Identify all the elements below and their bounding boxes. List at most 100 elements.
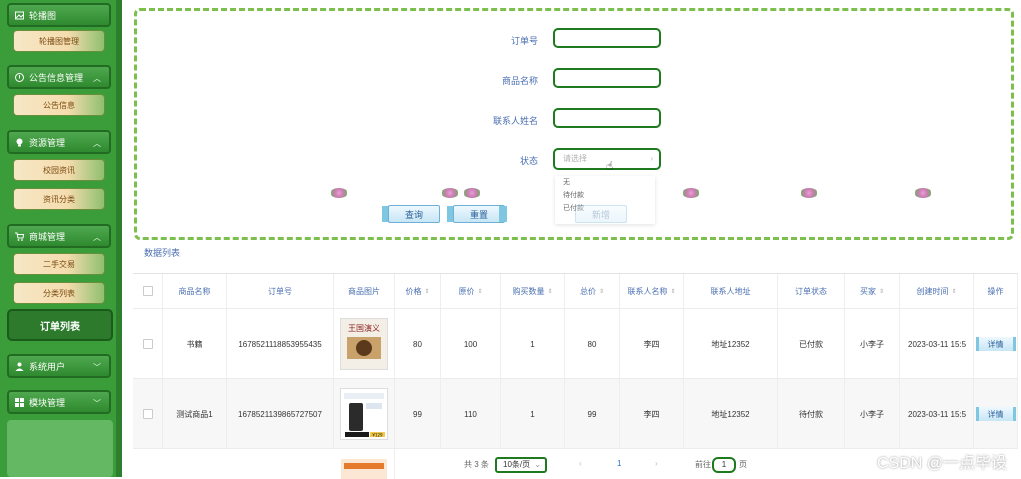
- cell-created-time: 2023-03-11 15:5: [900, 309, 974, 379]
- cell-buyer: 小李子: [845, 309, 900, 379]
- sidebar-subitem-second-hand[interactable]: 二手交易: [13, 253, 105, 275]
- sidebar-edge: [116, 0, 122, 477]
- row-checkbox-cell[interactable]: [133, 309, 163, 379]
- cell-price: 99: [395, 379, 441, 449]
- cell-original-price: 100: [441, 309, 501, 379]
- hand-cursor-icon: ☝: [606, 159, 614, 173]
- sidebar-subitem-label: 订单列表: [40, 321, 80, 333]
- page-size-select[interactable]: 10条/页 ⌄: [495, 457, 547, 473]
- chevron-up-icon: ︿: [93, 74, 101, 83]
- product-image[interactable]: 王国演义: [340, 318, 388, 370]
- checkbox[interactable]: [142, 286, 153, 296]
- next-page-button[interactable]: ›: [655, 459, 658, 468]
- status-placeholder: 请选择: [563, 154, 587, 163]
- sidebar-item-carousel[interactable]: 轮播图: [7, 3, 111, 27]
- sort-icon[interactable]: ⇕: [951, 288, 956, 295]
- sidebar-item-resource-manage[interactable]: 资源管理 ︿: [7, 130, 111, 154]
- flower-decoration: [330, 188, 348, 198]
- checkbox[interactable]: [142, 409, 153, 419]
- sort-icon[interactable]: ⇕: [670, 288, 675, 295]
- flower-decoration: [463, 188, 481, 198]
- table-row: 测试商品1 1678521139865727507 ¥129 99 110 1 …: [133, 378, 1018, 449]
- column-header[interactable]: 购买数量 ⇕: [501, 274, 565, 308]
- status-label: 状态: [519, 156, 538, 166]
- sidebar-item-module-manage[interactable]: 模块管理 ﹀: [7, 390, 111, 414]
- product-image[interactable]: ¥129: [340, 388, 388, 440]
- column-header: 商品名称: [163, 274, 227, 308]
- order-no-input[interactable]: [553, 28, 661, 48]
- cell-actions: 详情: [974, 379, 1018, 449]
- column-header[interactable]: 原价 ⇕: [441, 274, 501, 308]
- sidebar-subitem-category-list[interactable]: 分类列表: [13, 282, 105, 304]
- user-icon: [15, 362, 24, 371]
- sort-icon[interactable]: ⇕: [599, 288, 604, 295]
- cell-product-name: 测试商品1: [163, 379, 227, 449]
- sidebar-item-label: 模块管理: [29, 397, 66, 408]
- image-icon: [15, 11, 24, 20]
- contact-name-label: 联系人姓名: [492, 116, 538, 126]
- cell-product-image: ¥129: [334, 379, 395, 449]
- sidebar-item-system-user[interactable]: 系统用户 ﹀: [7, 354, 111, 378]
- page-number-current[interactable]: 1: [617, 459, 621, 468]
- sort-icon[interactable]: ⇕: [477, 288, 482, 295]
- column-header[interactable]: 价格 ⇕: [395, 274, 441, 308]
- detail-button[interactable]: 详情: [975, 337, 1016, 351]
- sort-icon[interactable]: ⇕: [424, 288, 429, 295]
- column-header[interactable]: 买家 ⇕: [845, 274, 900, 308]
- column-header: 联系人地址: [684, 274, 778, 308]
- goto-prefix: 前往: [695, 460, 711, 469]
- sidebar-subitem-campus-news[interactable]: 校园资讯: [13, 159, 105, 181]
- column-header[interactable]: 总价 ⇕: [565, 274, 620, 308]
- sidebar-subitem-label: 轮播图管理: [39, 36, 79, 46]
- column-header: 操作: [974, 274, 1018, 308]
- cell-quantity: 1: [501, 309, 565, 379]
- sidebar-item-notice-manage[interactable]: 公告信息管理 ︿: [7, 65, 111, 89]
- sort-icon[interactable]: ⇕: [879, 288, 884, 295]
- checkbox[interactable]: [142, 339, 153, 349]
- cell-order-status: 已付款: [778, 309, 845, 379]
- query-button[interactable]: 查询: [388, 205, 440, 223]
- cell-product-image: 王国演义: [334, 309, 395, 379]
- sidebar-subitem-label: 公告信息: [43, 100, 75, 110]
- sidebar-subitem-label: 分类列表: [43, 288, 75, 298]
- sidebar-subitem-order-list[interactable]: 订单列表: [7, 309, 113, 341]
- detail-button[interactable]: 详情: [975, 407, 1016, 421]
- cell-total: 99: [565, 379, 620, 449]
- watermark: CSDN @一点毕设: [876, 455, 1007, 472]
- row-checkbox-cell[interactable]: [133, 379, 163, 449]
- info-icon: [15, 72, 24, 82]
- sort-icon[interactable]: ⇕: [547, 288, 552, 295]
- sidebar-subitem-label: 资讯分类: [43, 194, 75, 204]
- sidebar-item-label: 资源管理: [29, 137, 66, 148]
- cell-created-time: 2023-03-11 15:5: [900, 379, 974, 449]
- reset-button[interactable]: 重置: [453, 205, 505, 223]
- sidebar-subitem-notice[interactable]: 公告信息: [13, 94, 105, 116]
- cell-contact-name: 李四: [620, 379, 684, 449]
- sidebar-item-label: 轮播图: [29, 10, 57, 21]
- sidebar-subitem-carousel-manage[interactable]: 轮播图管理: [13, 30, 105, 52]
- column-header[interactable]: 创建时间 ⇕: [900, 274, 974, 308]
- status-option[interactable]: 无: [555, 176, 655, 189]
- contact-name-input[interactable]: [553, 108, 661, 128]
- chevron-right-icon: ›: [650, 154, 653, 163]
- price-tag-text: ¥129: [372, 432, 383, 437]
- cell-product-image: [334, 449, 395, 479]
- order-no-label: 订单号: [510, 36, 538, 46]
- cart-icon: [15, 232, 25, 241]
- product-name-input[interactable]: [553, 68, 661, 88]
- goto-page-input[interactable]: 1: [712, 457, 736, 473]
- sidebar-subitem-news-category[interactable]: 资讯分类: [13, 188, 105, 210]
- status-option[interactable]: 待付款: [555, 189, 655, 202]
- product-image[interactable]: [341, 459, 387, 479]
- flower-decoration: [441, 188, 459, 198]
- add-button[interactable]: 新增: [575, 205, 627, 223]
- sidebar-item-mall-manage[interactable]: 商城管理 ︿: [7, 224, 111, 248]
- chevron-down-icon: ﹀: [93, 363, 101, 372]
- select-all-checkbox-cell[interactable]: [133, 274, 163, 308]
- cell-actions: 详情: [974, 309, 1018, 379]
- cell-order-status: 待付款: [778, 379, 845, 449]
- cell-order-no: 1678521118853955435: [227, 309, 334, 379]
- chevron-up-icon: ︿: [93, 233, 101, 242]
- prev-page-button[interactable]: ‹: [579, 459, 582, 468]
- column-header[interactable]: 联系人名称 ⇕: [620, 274, 684, 308]
